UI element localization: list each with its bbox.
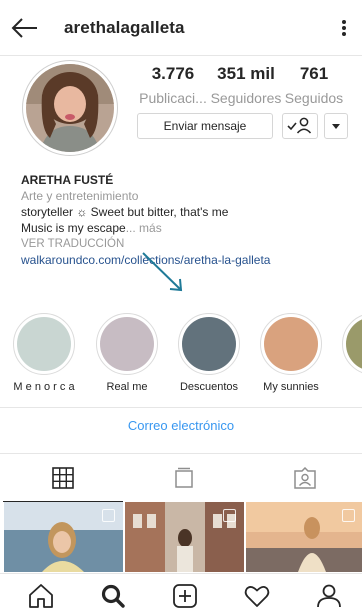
annotation-arrow <box>140 250 190 296</box>
highlight-label: F r <box>341 381 362 393</box>
highlight-cover <box>264 317 318 371</box>
carousel-icon <box>102 509 115 522</box>
posts-stat[interactable]: 3.776 Publicaci... <box>136 64 210 106</box>
following-label: Seguidos <box>284 90 344 106</box>
carousel-icon <box>223 509 236 522</box>
highlight-cover <box>182 317 236 371</box>
following-status-button[interactable] <box>282 113 318 139</box>
post-thumbnail[interactable] <box>246 502 362 572</box>
post-thumbnail[interactable] <box>4 502 123 572</box>
bio-text-line-2-text: Music is my escape <box>21 221 126 235</box>
send-message-button[interactable]: Enviar mensaje <box>137 113 273 139</box>
search-icon[interactable] <box>99 583 127 609</box>
tab-igtv[interactable] <box>124 454 244 502</box>
bio-category: Arte y entretenimiento <box>21 189 139 203</box>
email-contact-button[interactable]: Correo electrónico <box>0 418 362 433</box>
following-stat[interactable]: 761 Seguidos <box>283 64 345 106</box>
posts-count: 3.776 <box>151 64 195 83</box>
profile-avatar[interactable] <box>22 60 118 156</box>
post-thumbnail[interactable] <box>125 502 244 572</box>
highlight-label: M e n o r c a <box>13 381 75 393</box>
story-highlights: M e n o r c a Real me Descuentos My sunn… <box>0 313 362 395</box>
bio-name: ARETHA FUSTÉ <box>21 173 114 187</box>
home-icon[interactable] <box>27 583 55 609</box>
following-count: 761 <box>299 64 329 83</box>
highlight-partial[interactable]: F r <box>341 313 362 393</box>
highlight-cover <box>17 317 71 371</box>
back-arrow-icon[interactable] <box>10 14 40 42</box>
igtv-icon <box>175 467 193 488</box>
tagged-icon <box>294 467 316 489</box>
heart-icon[interactable] <box>243 583 271 609</box>
highlight-cover <box>100 317 154 371</box>
profile-username: arethalagalleta <box>64 18 185 37</box>
grid-icon <box>52 466 74 489</box>
highlight-menorca[interactable]: M e n o r c a <box>12 313 76 393</box>
bio-text-line-2: Music is my escape... más <box>21 220 351 236</box>
posts-label: Publicaci... <box>139 90 207 106</box>
followers-stat[interactable]: 351 mil Seguidores <box>208 64 284 106</box>
top-bar: arethalagalleta <box>0 0 362 56</box>
divider <box>0 407 362 408</box>
highlight-label: My sunnies <box>263 381 319 393</box>
following-check-icon <box>287 117 312 134</box>
tab-grid[interactable] <box>3 454 123 502</box>
profile-icon[interactable] <box>315 583 343 609</box>
carousel-icon <box>342 509 355 522</box>
photo-grid <box>0 502 362 572</box>
highlight-label: Descuentos <box>179 381 239 393</box>
bio-more-link[interactable]: ... más <box>126 221 162 235</box>
highlight-descuentos[interactable]: Descuentos <box>177 313 241 393</box>
highlight-label: Real me <box>106 381 148 393</box>
profile-tabs <box>0 454 362 502</box>
highlight-cover <box>346 317 362 371</box>
tab-tagged[interactable] <box>245 454 362 502</box>
bio-text-line: storyteller ☼ Sweet but bitter, that's m… <box>21 205 229 219</box>
bottom-navigation <box>0 573 362 613</box>
more-options-icon[interactable] <box>334 15 354 41</box>
highlight-my-sunnies[interactable]: My sunnies <box>259 313 323 393</box>
add-icon[interactable] <box>171 583 199 609</box>
suggested-dropdown-button[interactable] <box>324 113 348 139</box>
followers-label: Seguidores <box>210 90 282 106</box>
highlight-real-me[interactable]: Real me <box>95 313 159 393</box>
chevron-down-icon <box>332 124 340 129</box>
followers-count: 351 mil <box>217 64 275 83</box>
